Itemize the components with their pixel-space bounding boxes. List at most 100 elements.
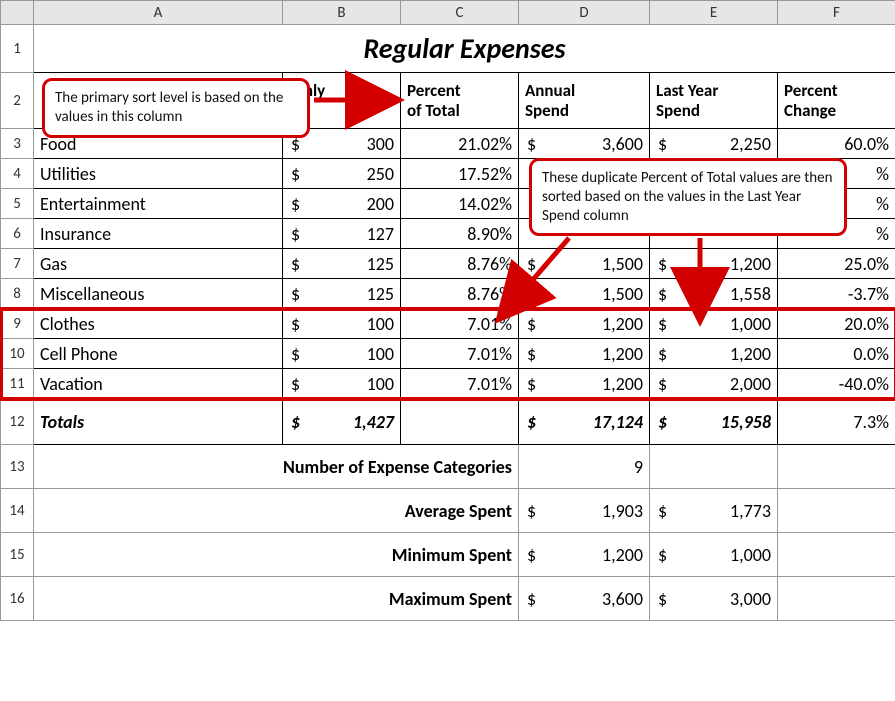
totals-label[interactable]: Totals <box>34 399 283 445</box>
col-header-f[interactable]: F <box>778 1 895 25</box>
totals-monthly[interactable]: $1,427 <box>283 399 401 445</box>
row-header-11[interactable]: 11 <box>1 369 34 399</box>
cell-monthly[interactable]: $200 <box>283 189 401 219</box>
header-last-year-spend[interactable]: Last Year Spend <box>650 73 778 129</box>
cell-category[interactable]: Entertainment <box>34 189 283 219</box>
cell-category[interactable]: Insurance <box>34 219 283 249</box>
cell-lastyear[interactable]: $2,000 <box>650 369 778 399</box>
cell-annual[interactable]: $1,200 <box>519 339 650 369</box>
cell-monthly[interactable]: $100 <box>283 369 401 399</box>
totals-change[interactable]: 7.3% <box>778 399 895 445</box>
row-header-1[interactable]: 1 <box>1 25 34 73</box>
cell-monthly[interactable]: $100 <box>283 339 401 369</box>
summary-avg-d[interactable]: $1,903 <box>519 489 650 533</box>
row-header-14[interactable]: 14 <box>1 489 34 533</box>
empty-cell[interactable] <box>778 577 895 621</box>
cell-pct-total[interactable]: 8.76% <box>401 279 519 309</box>
cell-annual[interactable]: $1,500 <box>519 249 650 279</box>
cell-change[interactable]: 60.0% <box>778 129 895 159</box>
cell-monthly[interactable]: $127 <box>283 219 401 249</box>
header-text: Spend <box>656 101 771 121</box>
col-header-e[interactable]: E <box>650 1 778 25</box>
cell-annual[interactable]: $3,600 <box>519 129 650 159</box>
cell-change[interactable]: -3.7% <box>778 279 895 309</box>
cell-pct-total[interactable]: 7.01% <box>401 369 519 399</box>
cell-category[interactable]: Gas <box>34 249 283 279</box>
summary-row-average: 14 Average Spent $1,903 $1,773 <box>1 489 895 533</box>
cell-lastyear[interactable]: $2,250 <box>650 129 778 159</box>
row-header-9[interactable]: 9 <box>1 309 34 339</box>
cell-pct-total[interactable]: 14.02% <box>401 189 519 219</box>
summary-avg-label[interactable]: Average Spent <box>34 489 519 533</box>
row-header-3[interactable]: 3 <box>1 129 34 159</box>
row-header-6[interactable]: 6 <box>1 219 34 249</box>
cell-pct-total[interactable]: 17.52% <box>401 159 519 189</box>
row-header-5[interactable]: 5 <box>1 189 34 219</box>
cell-lastyear[interactable]: $1,200 <box>650 339 778 369</box>
summary-avg-e[interactable]: $1,773 <box>650 489 778 533</box>
currency-symbol: $ <box>525 411 536 433</box>
cell-lastyear[interactable]: $1,000 <box>650 309 778 339</box>
cell-monthly[interactable]: $125 <box>283 279 401 309</box>
summary-row-minimum: 15 Minimum Spent $1,200 $1,000 <box>1 533 895 577</box>
row-header-12[interactable]: 12 <box>1 399 34 445</box>
cell-pct-total[interactable]: 21.02% <box>401 129 519 159</box>
cell-category[interactable]: Cell Phone <box>34 339 283 369</box>
header-percent-total[interactable]: Percent of Total <box>401 73 519 129</box>
summary-min-e[interactable]: $1,000 <box>650 533 778 577</box>
cell-monthly[interactable]: $125 <box>283 249 401 279</box>
summary-max-label[interactable]: Maximum Spent <box>34 577 519 621</box>
cell-pct-total[interactable]: 7.01% <box>401 339 519 369</box>
col-header-c[interactable]: C <box>401 1 519 25</box>
summary-min-label[interactable]: Minimum Spent <box>34 533 519 577</box>
col-header-a[interactable]: A <box>34 1 283 25</box>
row-header-13[interactable]: 13 <box>1 445 34 489</box>
cell-change[interactable]: 20.0% <box>778 309 895 339</box>
col-header-b[interactable]: B <box>283 1 401 25</box>
row-header-15[interactable]: 15 <box>1 533 34 577</box>
currency-symbol: $ <box>525 133 536 155</box>
empty-cell[interactable] <box>778 533 895 577</box>
cell-category[interactable]: Vacation <box>34 369 283 399</box>
cell-change[interactable]: 25.0% <box>778 249 895 279</box>
cell-lastyear[interactable]: $1,558 <box>650 279 778 309</box>
cell-annual[interactable]: $1,200 <box>519 369 650 399</box>
cell-annual[interactable]: $1,200 <box>519 309 650 339</box>
empty-cell[interactable] <box>778 445 895 489</box>
empty-cell[interactable] <box>778 489 895 533</box>
cell-lastyear[interactable]: $1,200 <box>650 249 778 279</box>
cell-monthly[interactable]: $250 <box>283 159 401 189</box>
summary-max-e[interactable]: $3,000 <box>650 577 778 621</box>
row-header-4[interactable]: 4 <box>1 159 34 189</box>
cell-change[interactable]: 0.0% <box>778 339 895 369</box>
cell-monthly[interactable]: $100 <box>283 309 401 339</box>
row-header-8[interactable]: 8 <box>1 279 34 309</box>
header-annual-spend[interactable]: Annual Spend <box>519 73 650 129</box>
totals-pct[interactable] <box>401 399 519 445</box>
cell-change[interactable]: -40.0% <box>778 369 895 399</box>
empty-cell[interactable] <box>650 445 778 489</box>
cell-pct-total[interactable]: 8.90% <box>401 219 519 249</box>
summary-max-d[interactable]: $3,600 <box>519 577 650 621</box>
header-text: Percent <box>407 81 512 101</box>
col-header-d[interactable]: D <box>519 1 650 25</box>
totals-annual[interactable]: $17,124 <box>519 399 650 445</box>
cell-category[interactable]: Utilities <box>34 159 283 189</box>
cell-value: 1,200 <box>730 253 771 275</box>
row-header-10[interactable]: 10 <box>1 339 34 369</box>
cell-annual[interactable]: $1,500 <box>519 279 650 309</box>
row-header-16[interactable]: 16 <box>1 577 34 621</box>
select-all-corner[interactable] <box>1 1 34 25</box>
cell-pct-total[interactable]: 7.01% <box>401 309 519 339</box>
summary-min-d[interactable]: $1,200 <box>519 533 650 577</box>
summary-count-value[interactable]: 9 <box>519 445 650 489</box>
cell-category[interactable]: Clothes <box>34 309 283 339</box>
totals-lastyear[interactable]: $15,958 <box>650 399 778 445</box>
row-header-7[interactable]: 7 <box>1 249 34 279</box>
page-title[interactable]: Regular Expenses <box>34 25 895 73</box>
row-header-2[interactable]: 2 <box>1 73 34 129</box>
cell-pct-total[interactable]: 8.76% <box>401 249 519 279</box>
header-percent-change[interactable]: Percent Change <box>778 73 895 129</box>
cell-category[interactable]: Miscellaneous <box>34 279 283 309</box>
summary-count-label[interactable]: Number of Expense Categories <box>34 445 519 489</box>
